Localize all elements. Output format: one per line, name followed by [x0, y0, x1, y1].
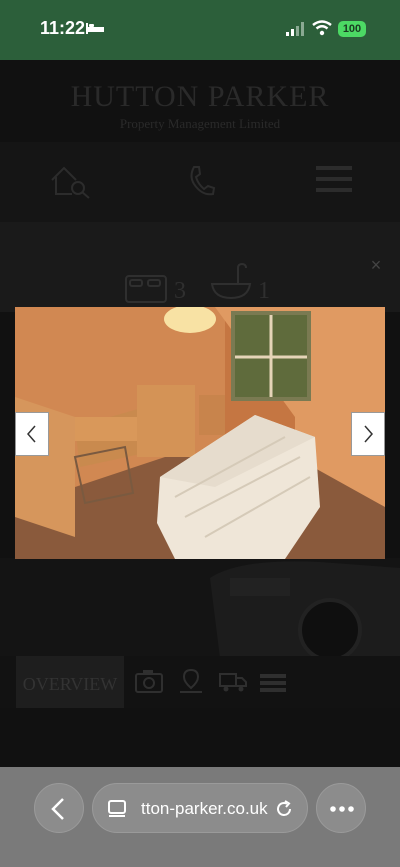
chevron-right-icon: [364, 425, 373, 443]
page-icon[interactable]: [107, 799, 127, 819]
url-text: tton-parker.co.uk: [141, 799, 268, 818]
battery-icon: 100: [338, 21, 366, 37]
next-image-button[interactable]: [351, 412, 385, 456]
property-summary: 3 1: [0, 222, 400, 312]
status-time: 11:22: [40, 18, 86, 38]
bedroom-count: 3: [174, 278, 186, 304]
site-navbar: [0, 142, 400, 222]
battery-level: 100: [342, 23, 362, 35]
camera-icon[interactable]: [134, 668, 164, 694]
bed-feature-icon: [125, 275, 167, 303]
tab-overview[interactable]: OVERVIEW: [16, 656, 124, 708]
background-photo: [0, 558, 400, 662]
car-photo: [210, 561, 400, 662]
bathroom-count: 1: [258, 278, 270, 304]
more-icon: [330, 806, 354, 812]
browser-toolbar: tton-parker.co.uk: [0, 767, 400, 867]
back-button[interactable]: [34, 783, 84, 833]
address-bar[interactable]: tton-parker.co.uk: [92, 783, 308, 833]
brand-subtitle: Property Management Limited: [119, 116, 281, 131]
more-button[interactable]: [316, 783, 366, 833]
truck-icon[interactable]: [218, 668, 248, 694]
bed-icon: [86, 23, 104, 34]
brand-logo[interactable]: HUTTON PARKER Property Management Limite…: [0, 80, 400, 132]
house-search-icon[interactable]: [48, 164, 92, 200]
brand-name: HUTTON PARKER: [70, 80, 330, 113]
previous-image-button[interactable]: [15, 412, 49, 456]
stack-icon[interactable]: [258, 668, 288, 694]
property-photo: [15, 307, 385, 559]
property-tabs: OVERVIEW: [0, 656, 400, 708]
map-pin-icon[interactable]: [178, 668, 204, 694]
reload-icon[interactable]: [273, 798, 295, 820]
wifi-icon: [312, 20, 332, 36]
status-bar: 11:22 100: [0, 0, 400, 60]
hamburger-menu-icon[interactable]: [316, 164, 352, 194]
back-icon: [51, 798, 64, 820]
bath-feature-icon: [210, 262, 252, 300]
phone-icon[interactable]: [186, 164, 216, 200]
close-icon[interactable]: ×: [368, 256, 384, 274]
chevron-left-icon: [27, 425, 36, 443]
cellular-signal-icon: [286, 22, 304, 36]
